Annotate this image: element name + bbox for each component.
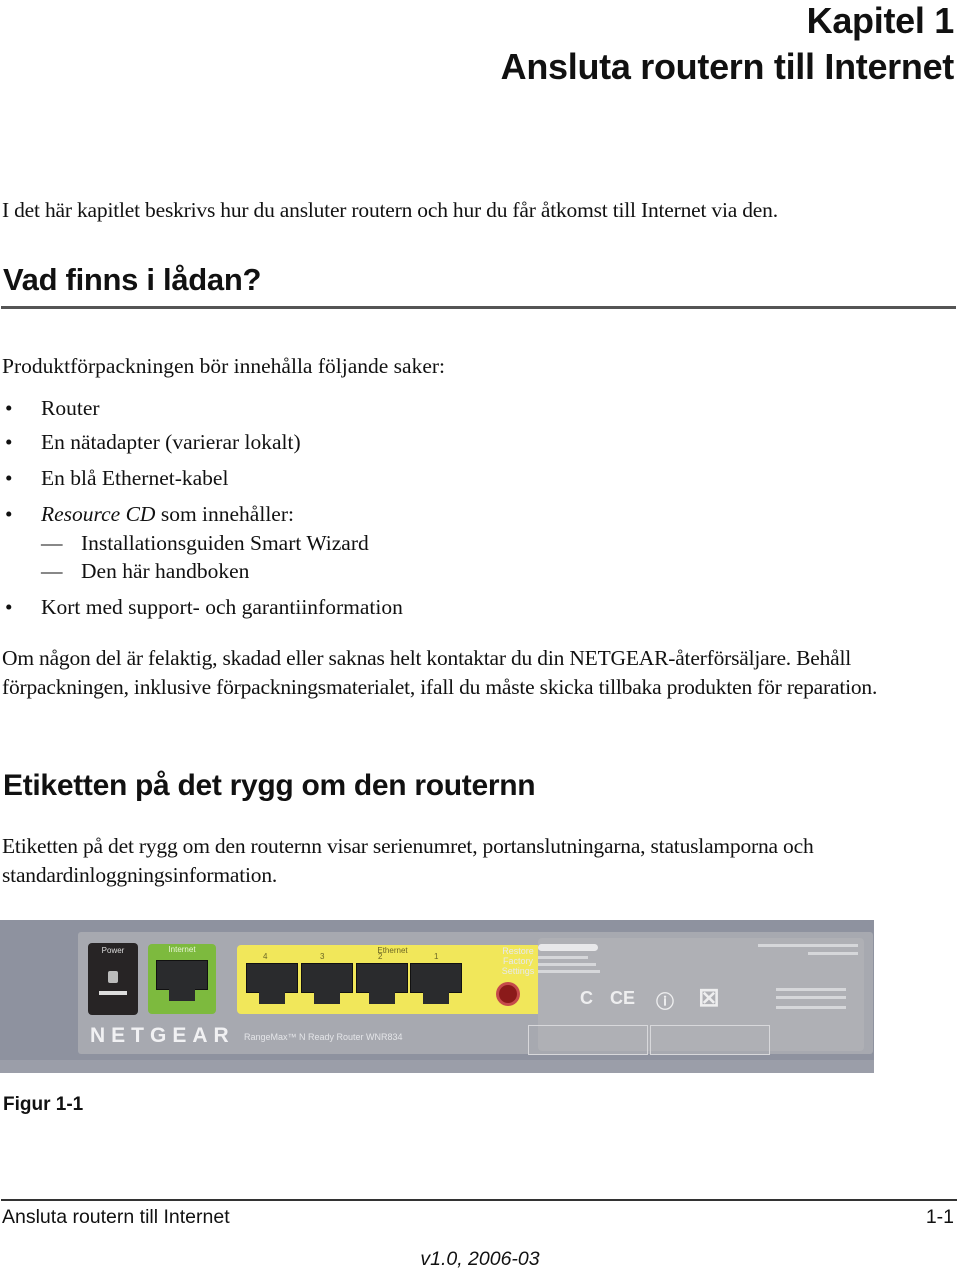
list-item-text: Router <box>41 396 100 420</box>
router-model: RangeMax™ N Ready Router WNR834 <box>244 1032 403 1042</box>
rj45-port-icon <box>246 963 298 1005</box>
ce-mark-icon: CE <box>610 988 636 1008</box>
mac-field <box>650 1025 770 1055</box>
list-item-text: En blå Ethernet-kabel <box>41 466 229 490</box>
sub-list-item: — Den här handboken <box>41 557 249 586</box>
port-number: 2 <box>378 952 383 961</box>
bullet-icon: • <box>5 502 13 526</box>
label-text-line <box>538 956 588 959</box>
intro-paragraph: I det här kapitlet beskrivs hur du anslu… <box>2 198 778 222</box>
router-back-panel-image: Power Internet Ethernet 4 3 2 1 Restore … <box>0 920 874 1073</box>
rj45-port-icon <box>301 963 353 1005</box>
product-name: Resource CD <box>41 502 156 526</box>
serial-field <box>528 1025 648 1055</box>
dash-icon: — <box>41 559 63 583</box>
serial-pill <box>538 944 598 951</box>
rj45-port-icon <box>410 963 462 1005</box>
netgear-logo: NETGEAR <box>90 1024 235 1047</box>
sub-list-item: — Installationsguiden Smart Wizard <box>41 529 369 558</box>
list-item-suffix: som innehåller: <box>155 502 294 526</box>
sub-list-item-text: Den här handboken <box>81 559 250 583</box>
label-text-line <box>776 1006 846 1009</box>
section-heading-label: Etiketten på det rygg om den routernn <box>3 769 536 802</box>
rj45-port-icon <box>356 963 408 1005</box>
label-text-line <box>538 963 596 966</box>
reset-button-icon <box>499 985 517 1003</box>
label-text-line <box>758 944 858 947</box>
port-number: 3 <box>320 952 325 961</box>
page-number: 1-1 <box>925 1206 954 1228</box>
port-number: 1 <box>434 952 439 961</box>
label-text-line <box>808 952 858 955</box>
figure-caption: Figur 1-1 <box>3 1094 84 1115</box>
section-rule <box>1 306 956 309</box>
weee-bin-icon: ⊠ <box>698 982 720 1012</box>
product-info-sticker: C CE ⓘ ⊠ <box>528 938 864 1055</box>
missing-parts-note: Om någon del är felaktig, skadad eller s… <box>2 646 878 699</box>
bullet-icon: • <box>5 396 13 420</box>
footer-title: Ansluta routern till Internet <box>2 1206 230 1228</box>
bullet-icon: • <box>5 466 13 490</box>
contents-lead: Produktförpackningen bör innehålla följa… <box>2 354 445 378</box>
polarity-icon <box>99 991 127 995</box>
router-rear-panel: Power Internet Ethernet 4 3 2 1 Restore … <box>78 932 873 1055</box>
dash-icon: — <box>41 531 63 555</box>
label-text-line <box>538 970 600 973</box>
power-label: Power <box>101 946 125 955</box>
internet-label: Internet <box>168 945 196 954</box>
section-heading-box-contents: Vad finns i lådan? <box>3 262 261 298</box>
label-text-line <box>776 988 846 991</box>
heading-text: Vad finns i lådan? <box>3 262 262 297</box>
list-item-text: Kort med support- och garantiinformation <box>41 595 403 619</box>
list-item-text: En nätadapter (varierar lokalt) <box>41 430 301 454</box>
bullet-icon: • <box>5 430 13 454</box>
power-port: Power <box>88 943 138 1015</box>
document-version: v1.0, 2006-03 <box>420 1248 540 1270</box>
chapter-label: Kapitel 1 <box>806 0 955 41</box>
c-tick-icon: C <box>580 988 593 1008</box>
alert-mark-icon: ⓘ <box>656 992 674 1012</box>
footer-rule <box>1 1199 957 1201</box>
port-number: 4 <box>263 952 268 961</box>
rj45-port-icon <box>156 960 208 1002</box>
power-jack-icon <box>108 971 118 983</box>
internet-port: Internet <box>148 944 216 1014</box>
sub-list-item-text: Installationsguiden Smart Wizard <box>81 531 369 555</box>
chapter-title: Ansluta routern till Internet <box>500 46 955 87</box>
label-text-line <box>776 996 846 999</box>
label-paragraph: Etiketten på det rygg om den routernn vi… <box>2 834 814 887</box>
chassis-edge <box>0 1060 874 1073</box>
list-item-text: Resource CD som innehåller: <box>41 500 294 529</box>
bullet-icon: • <box>5 595 13 619</box>
